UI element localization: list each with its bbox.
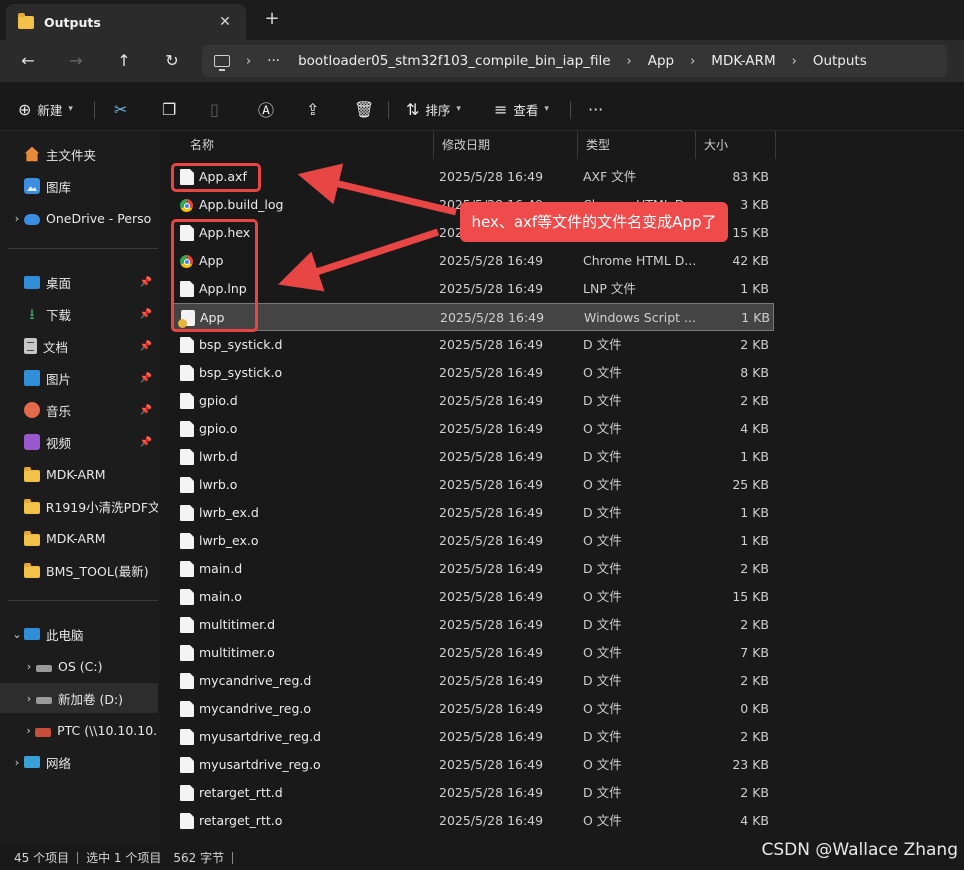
arrow-to-axf [297,163,457,216]
divider [77,851,79,864]
annotation-callout: hex、axf等文件的文件名变成App了 [460,202,728,242]
divider [232,851,234,864]
item-count: 45 个项目 [14,851,70,865]
selection-count: 选中 1 个项目 [86,851,162,865]
selection-size: 562 字节 [173,851,225,865]
watermark: CSDN @Wallace Zhang [761,840,959,860]
annotation-arrows [278,163,457,292]
arrow-to-app-group [278,228,440,292]
